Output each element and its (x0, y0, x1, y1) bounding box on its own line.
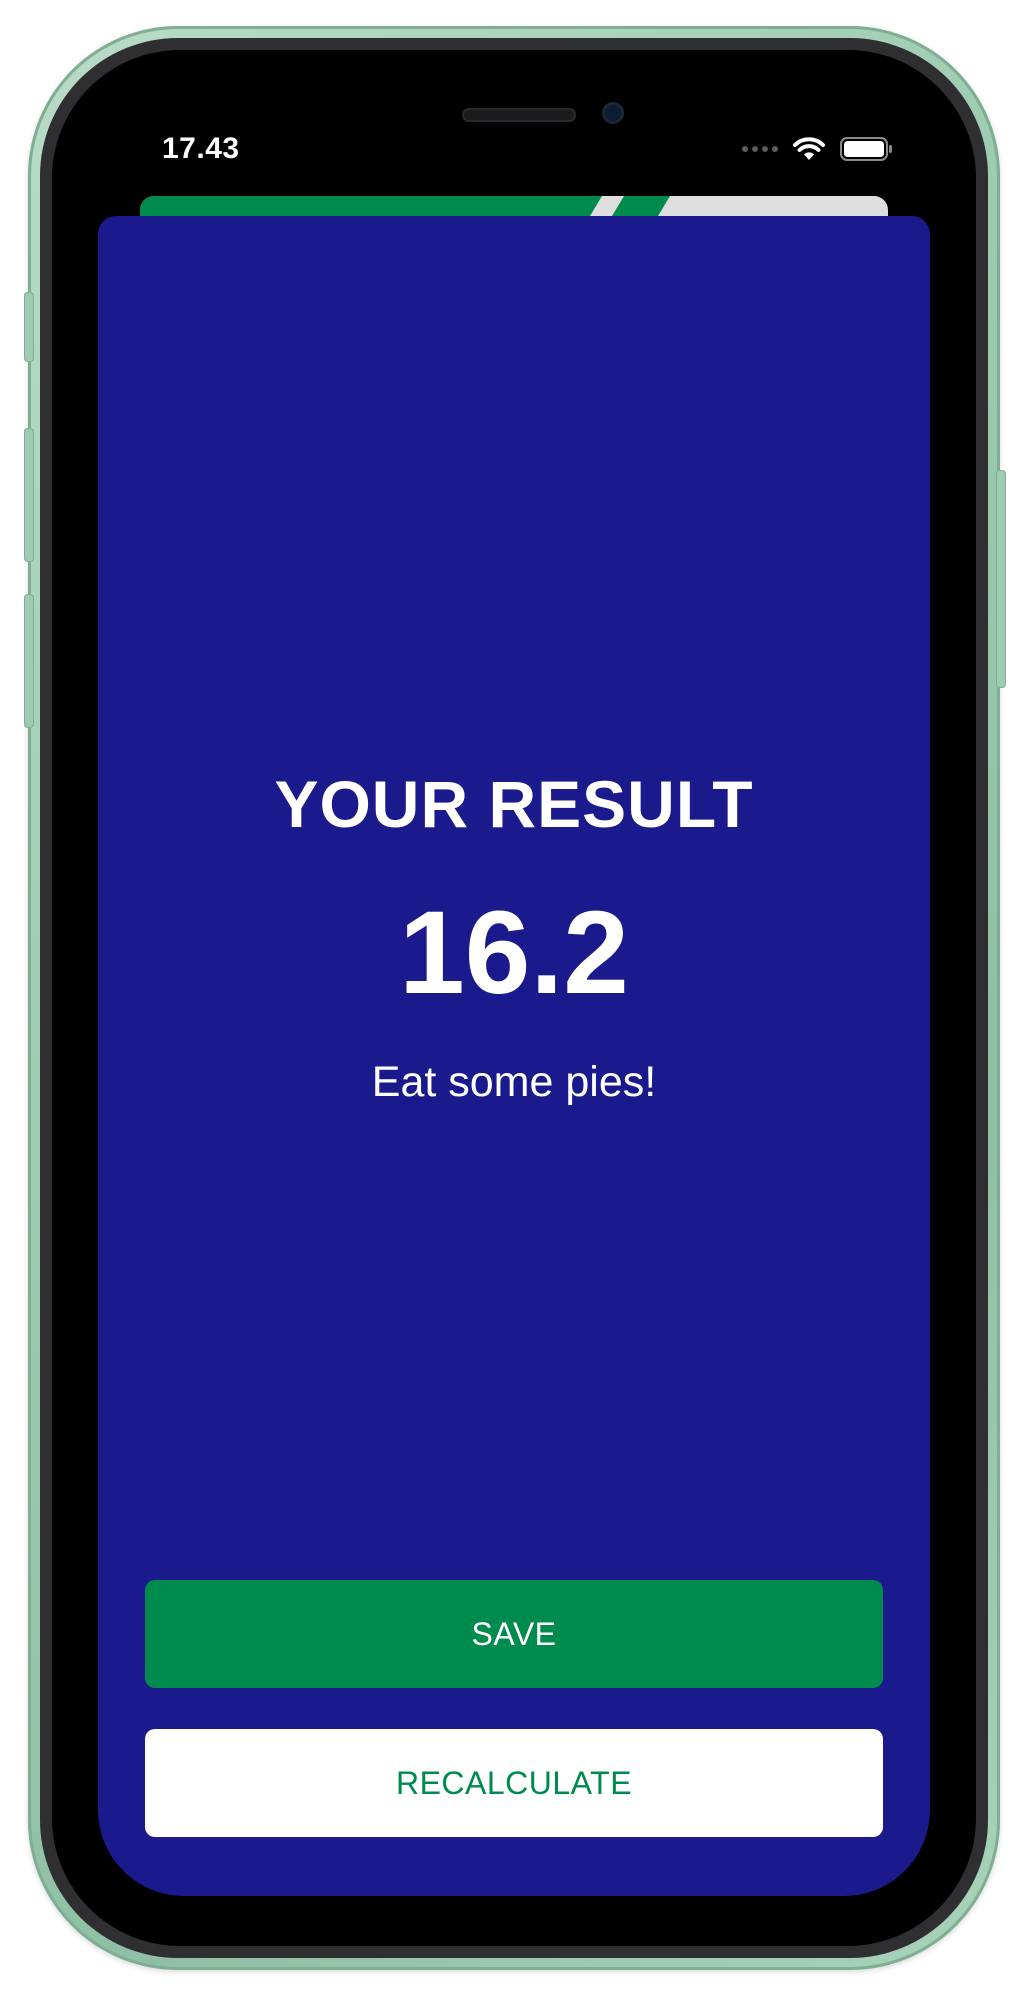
mute-switch (24, 292, 34, 362)
recalculate-button[interactable]: RECALCULATE (145, 1729, 883, 1837)
result-sheet: YOUR RESULT 16.2 Eat some pies! SAVE REC… (98, 216, 930, 1896)
result-title: YOUR RESULT (274, 767, 754, 841)
save-button[interactable]: SAVE (145, 1580, 883, 1688)
cellular-signal-icon (742, 146, 778, 152)
power-button (996, 470, 1006, 688)
battery-icon (840, 137, 892, 161)
earpiece-speaker (462, 108, 576, 122)
front-camera (602, 102, 624, 124)
device-frame: 17.43 YOUR RESULT 16.2 Eat some pies! SA… (0, 0, 1028, 1992)
notch (284, 96, 744, 164)
wifi-icon (793, 137, 825, 160)
volume-up-button (24, 428, 34, 562)
result-advice: Eat some pies! (371, 1058, 657, 1106)
result-value: 16.2 (399, 887, 629, 1019)
screen: 17.43 YOUR RESULT 16.2 Eat some pies! SA… (98, 96, 930, 1896)
status-time: 17.43 (162, 132, 240, 165)
volume-down-button (24, 594, 34, 728)
status-icons (742, 134, 894, 164)
